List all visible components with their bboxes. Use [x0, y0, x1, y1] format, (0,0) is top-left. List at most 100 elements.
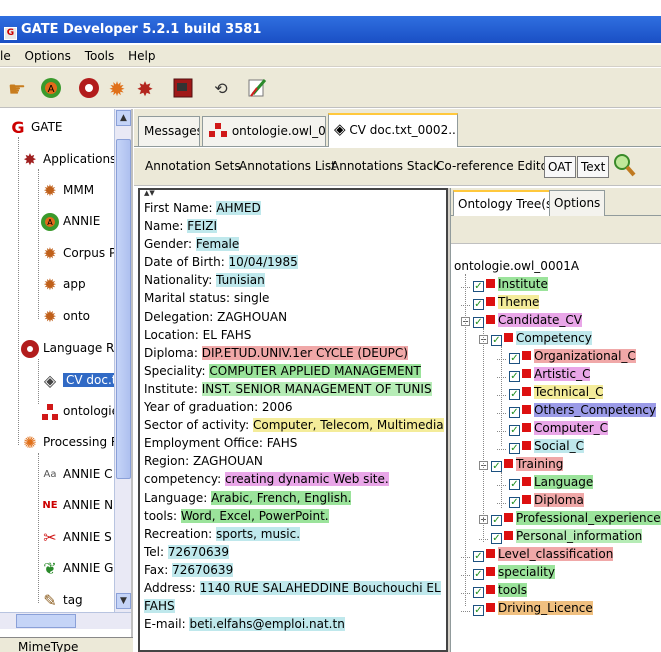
annotation-highlight[interactable]: Female [195, 237, 240, 252]
ontology-node[interactable]: − ✓ Training [479, 456, 564, 473]
tab-messages[interactable]: Messages [138, 116, 200, 146]
check-icon[interactable]: ✓ [509, 443, 520, 454]
check-icon[interactable]: ✓ [509, 353, 520, 364]
ontology-node[interactable]: ✓ Personal_information [479, 528, 643, 545]
menu-help[interactable]: Help [128, 49, 155, 63]
check-icon[interactable]: ✓ [491, 533, 502, 544]
ontology-root[interactable]: ontologie.owl_0001A [454, 258, 579, 275]
left-horizontal-scrollbar[interactable] [0, 612, 131, 629]
ontology-node[interactable]: ✓ Others_Competency [497, 402, 657, 419]
ontology-node[interactable]: ✓ Level_classification [461, 546, 614, 563]
search-icon[interactable] [612, 152, 636, 181]
tree-item-app[interactable]: ✹ app [40, 273, 85, 295]
ontology-node[interactable]: ✓ Organizational_C [497, 348, 636, 365]
ontology-node[interactable]: − ✓ Competency [479, 330, 592, 347]
ontology-node[interactable]: − ✓ Candidate_CV [461, 312, 582, 329]
annotation-highlight[interactable]: beti.elfahs@emploi.nat.tn [189, 617, 345, 632]
annotations-stack-button[interactable]: Annotations Stack [331, 159, 440, 173]
check-icon[interactable]: ✓ [473, 281, 484, 292]
tree-root-gate[interactable]: G GATE [8, 116, 62, 138]
edit-icon[interactable] [244, 76, 270, 102]
tree-item-language-resources[interactable]: Language R [20, 337, 114, 359]
tab-cv-doc[interactable]: ◈ CV doc.txt_0002... [328, 113, 458, 147]
coref-editor-button[interactable]: Co-reference Editor [436, 159, 553, 173]
ontology-node[interactable]: ✓ Diploma [497, 492, 584, 509]
annotation-highlight[interactable]: FEIZI [187, 219, 218, 234]
text-button[interactable]: Text [577, 156, 610, 178]
check-icon[interactable]: ✓ [491, 461, 502, 472]
tree-item-tag[interactable]: ✎ tag [40, 589, 82, 611]
tree-item-onto[interactable]: ✹ onto [40, 305, 90, 327]
document-text-pane[interactable]: ▲▼ First Name: AHMED Name: FEIZI Gender: F… [138, 188, 448, 652]
menu-tools[interactable]: Tools [85, 49, 115, 63]
tree-item-annie-gazetteer[interactable]: ❦ ANNIE G [40, 557, 113, 579]
left-vertical-scrollbar[interactable]: ▲ ▼ [114, 109, 131, 629]
gear-icon[interactable]: ✹ [104, 76, 130, 102]
document-text[interactable]: First Name: AHMED Name: FEIZI Gender: Fema… [140, 196, 446, 636]
annotation-highlight[interactable]: FAHS [144, 599, 175, 614]
menu-options[interactable]: Options [25, 49, 71, 63]
tab-ontology-trees[interactable]: Ontology Tree(s) [453, 190, 562, 216]
check-icon[interactable]: ✓ [473, 587, 484, 598]
tree-item-processing-resources[interactable]: ✺ Processing R [20, 431, 119, 453]
check-icon[interactable]: ✓ [509, 389, 520, 400]
check-icon[interactable]: ✓ [473, 299, 484, 310]
annotation-highlight[interactable]: Word, Excel, PowerPoint. [180, 508, 329, 523]
tab-ontologie[interactable]: ontologie.owl_0... [202, 116, 326, 146]
ontology-node[interactable]: ✓ Technical_C [497, 384, 604, 401]
check-icon[interactable]: ✓ [473, 605, 484, 616]
annotation-highlight[interactable]: COMPUTER APPLIED MANAGEMENT [209, 363, 421, 378]
check-icon[interactable]: ✓ [509, 371, 520, 382]
annotation-highlight[interactable]: sports, music. [216, 526, 301, 541]
tree-item-applications[interactable]: ✸ Applications [20, 148, 116, 170]
restore-icon[interactable]: ⟲ [208, 76, 234, 102]
tree-item-ontologie[interactable]: ontologie [40, 400, 119, 422]
ontology-node[interactable]: + ✓ Professional_experience [479, 510, 661, 527]
annotation-highlight[interactable]: Tunisian [216, 273, 265, 288]
scroll-down-button[interactable]: ▼ [116, 593, 131, 609]
check-icon[interactable]: ✓ [509, 425, 520, 436]
ontology-node[interactable]: ✓ tools [461, 582, 527, 599]
check-icon[interactable]: ✓ [491, 335, 502, 346]
tab-options[interactable]: Options [549, 190, 606, 216]
check-icon[interactable]: ✓ [509, 479, 520, 490]
ontology-node[interactable]: ✓ Theme [461, 294, 540, 311]
check-icon[interactable]: ✓ [473, 569, 484, 580]
annotation-highlight[interactable]: Arabic, French, English. [211, 490, 352, 505]
hand-icon[interactable]: ☛ [4, 76, 30, 102]
gate-app-icon[interactable] [76, 76, 102, 102]
check-icon[interactable]: ✓ [509, 497, 520, 508]
tree-item-annie[interactable]: A ANNIE [40, 210, 100, 232]
menu-file[interactable]: le [0, 49, 11, 63]
annotation-highlight[interactable]: 72670639 [172, 562, 234, 577]
oat-button[interactable]: OAT [544, 156, 576, 178]
ontology-node[interactable]: ✓ Driving_Licence [461, 600, 593, 617]
annotation-highlight[interactable]: AHMED [216, 201, 261, 215]
book-icon[interactable] [170, 76, 196, 102]
annotation-highlight[interactable]: 10/04/1985 [228, 255, 298, 270]
annie-icon[interactable]: A [38, 76, 64, 102]
tree-item-annie-tokeniser[interactable]: Aa ANNIE C [40, 463, 113, 485]
tree-item-mmm[interactable]: ✹ MMM [40, 179, 94, 201]
annotations-list-button[interactable]: Annotations List [239, 159, 336, 173]
tree-item-annie-splitter[interactable]: ✂ ANNIE S [40, 526, 111, 548]
check-icon[interactable]: ✓ [473, 551, 484, 562]
annotation-sets-button[interactable]: Annotation Sets [145, 159, 241, 173]
annotation-highlight[interactable]: creating dynamic Web site. [225, 472, 389, 487]
annotation-highlight[interactable]: Computer, Telecom, Multimedia [253, 418, 444, 433]
ontology-node[interactable]: ✓ Language [497, 474, 594, 491]
ontology-node[interactable]: ✓ Computer_C [497, 420, 609, 437]
check-icon[interactable]: ✓ [473, 317, 484, 328]
tree-item-corpus[interactable]: ✹ Corpus P [40, 242, 116, 264]
ontology-node[interactable]: ✓ Social_C [497, 438, 584, 455]
hscroll-thumb[interactable] [16, 614, 76, 628]
gear-red-icon[interactable]: ✸ [132, 76, 158, 102]
tree-item-annie-ne[interactable]: NE ANNIE N [40, 494, 113, 516]
scroll-up-button[interactable]: ▲ [116, 110, 131, 126]
tree-item-cv-doc[interactable]: ◈ CV doc.t [40, 369, 120, 391]
annotation-highlight[interactable]: INST. SENIOR MANAGEMENT OF TUNIS [201, 381, 432, 396]
check-icon[interactable]: ✓ [491, 515, 502, 526]
ontology-node[interactable]: ✓ Institute [461, 276, 548, 293]
annotation-highlight[interactable]: DIP.ETUD.UNIV.1er CYCLE (DEUPC) [201, 345, 408, 360]
ontology-node[interactable]: ✓ Artistic_C [497, 366, 591, 383]
